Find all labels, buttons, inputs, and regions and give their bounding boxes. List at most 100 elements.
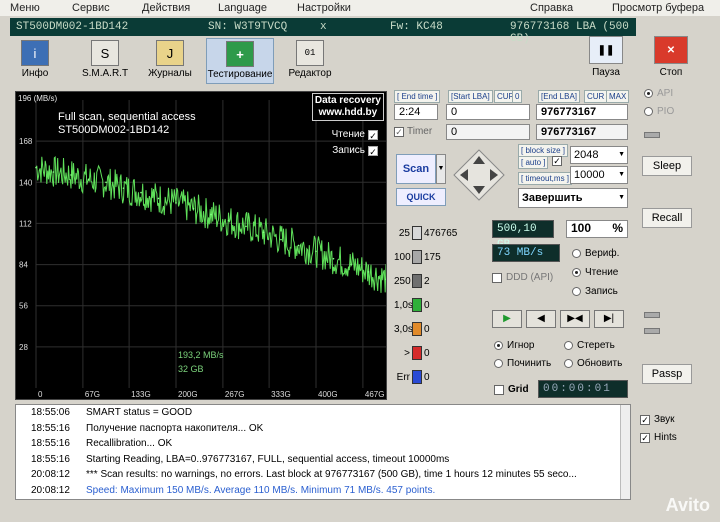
grid-checkbox[interactable] bbox=[494, 384, 504, 395]
legend-write-label: Запись bbox=[332, 145, 365, 156]
histogram-threshold: 25 bbox=[398, 227, 410, 239]
recall-button[interactable]: Recall bbox=[642, 208, 692, 228]
testing-button[interactable]: + Тестирование bbox=[206, 38, 274, 84]
api-radio-dot[interactable] bbox=[644, 89, 653, 98]
legend-read-checkbox[interactable]: ✓ bbox=[368, 129, 378, 141]
read-radio-dot[interactable] bbox=[572, 268, 581, 277]
api-radio[interactable]: API bbox=[644, 88, 673, 99]
data-point bbox=[367, 271, 370, 273]
passport-button[interactable]: Passp bbox=[642, 364, 692, 384]
erase-radio-dot[interactable] bbox=[564, 341, 573, 350]
end-lba-max[interactable]: MAX bbox=[606, 90, 630, 103]
end-lba-field-2[interactable]: 976773167 bbox=[536, 124, 628, 140]
data-point bbox=[210, 213, 212, 216]
end-time-field[interactable]: 2:24 bbox=[394, 104, 438, 120]
smart-label: S.M.A.R.T bbox=[81, 68, 129, 79]
log-message: Speed: Maximum 150 MB/s. Average 110 MB/… bbox=[86, 484, 436, 496]
refresh-radio[interactable]: Обновить bbox=[564, 358, 622, 369]
start-lba-zero[interactable]: 0 bbox=[512, 90, 523, 103]
current-position: 32 GB bbox=[178, 364, 204, 374]
timer-toggle[interactable]: ✓ Timer bbox=[394, 126, 432, 137]
logs-button[interactable]: J Журналы bbox=[146, 38, 194, 84]
hints-checkbox[interactable]: ✓ bbox=[640, 432, 650, 443]
histogram-color-box bbox=[412, 322, 422, 336]
menu-buffer-view[interactable]: Просмотр буфера bbox=[612, 2, 704, 14]
ignore-label: Игнор bbox=[507, 340, 535, 351]
repair-radio-dot[interactable] bbox=[494, 359, 503, 368]
current-speed-display: 73 MB/s bbox=[492, 244, 560, 262]
legend-read[interactable]: Чтение ✓ bbox=[332, 129, 378, 141]
x-tick-label: 200G bbox=[178, 390, 198, 399]
read-radio[interactable]: Чтение bbox=[572, 267, 618, 278]
pio-radio-dot[interactable] bbox=[644, 107, 653, 116]
direction-pad[interactable] bbox=[452, 148, 506, 202]
block-size-select[interactable]: 2048 ▼ bbox=[570, 146, 628, 164]
verify-radio-dot[interactable] bbox=[572, 249, 581, 258]
ddd-api-checkbox[interactable] bbox=[492, 272, 502, 283]
end-button[interactable]: ▶| bbox=[594, 310, 624, 328]
current-speed: 193,2 MB/s bbox=[178, 350, 224, 360]
log-entry: 20:08:12 Speed: Maximum 150 MB/s. Average… bbox=[16, 485, 616, 500]
sound-checkbox[interactable]: ✓ bbox=[640, 414, 650, 425]
timer-field[interactable]: 0 bbox=[446, 124, 530, 140]
legend-write-checkbox[interactable]: ✓ bbox=[368, 145, 378, 157]
ad-line1: Data recovery bbox=[314, 95, 381, 106]
end-lba-field[interactable]: 976773167 bbox=[536, 104, 628, 120]
play-button[interactable]: ▶ bbox=[492, 310, 522, 328]
refresh-radio-dot[interactable] bbox=[564, 359, 573, 368]
stop-button[interactable]: ✕ Стоп bbox=[650, 36, 692, 78]
data-recovery-ad: Data recovery www.hdd.by bbox=[311, 93, 384, 121]
sleep-button[interactable]: Sleep bbox=[642, 156, 692, 176]
auto-checkbox[interactable]: ✓ bbox=[552, 156, 562, 166]
menu-language[interactable]: Language bbox=[218, 2, 267, 14]
pause-button[interactable]: ❚❚ Пауза bbox=[586, 36, 626, 78]
editor-button[interactable]: 01 Редактор bbox=[286, 38, 334, 84]
start-lba-field[interactable]: 0 bbox=[446, 104, 530, 120]
menu-service[interactable]: Сервис bbox=[72, 2, 110, 14]
timeout-select[interactable]: 10000 ▼ bbox=[570, 166, 628, 184]
pio-radio[interactable]: PIO bbox=[644, 106, 674, 117]
menu-main[interactable]: Меню bbox=[10, 2, 40, 14]
scan-dropdown-arrow[interactable]: ▼ bbox=[436, 154, 446, 184]
chevron-down-icon: ▼ bbox=[618, 171, 625, 178]
legend-write[interactable]: Запись ✓ bbox=[332, 145, 378, 157]
info-button[interactable]: i Инфо bbox=[14, 38, 56, 84]
histogram-row: 100 175 bbox=[394, 248, 441, 266]
rewind-button[interactable]: ◀ bbox=[526, 310, 556, 328]
scan-button[interactable]: Scan bbox=[396, 154, 436, 184]
end-lba-cur[interactable]: CUR bbox=[584, 90, 608, 103]
right-column: API PIO Sleep Recall Passp bbox=[640, 84, 696, 404]
action-select[interactable]: Завершить ▼ bbox=[518, 188, 628, 208]
quick-button[interactable]: QUICK bbox=[396, 188, 446, 206]
log-entry: 20:08:12 *** Scan results: no warnings, n… bbox=[16, 469, 616, 484]
hints-label: Hints bbox=[654, 432, 677, 443]
ad-line2: www.hdd.by bbox=[318, 107, 378, 118]
hints-option[interactable]: ✓ Hints bbox=[640, 432, 677, 443]
smart-button[interactable]: S S.M.A.R.T bbox=[76, 38, 134, 84]
status-led-2 bbox=[644, 312, 660, 318]
read-label: Чтение bbox=[585, 267, 619, 278]
ignore-radio-dot[interactable] bbox=[494, 341, 503, 350]
ignore-radio[interactable]: Игнор bbox=[494, 340, 534, 351]
status-led-3 bbox=[644, 328, 660, 334]
repair-radio[interactable]: Починить bbox=[494, 358, 551, 369]
log-scrollbar[interactable] bbox=[620, 405, 630, 499]
erase-radio[interactable]: Стереть bbox=[564, 340, 615, 351]
menu-help[interactable]: Справка bbox=[530, 2, 573, 14]
start-lba-label: [Start LBA] bbox=[448, 90, 493, 103]
log-time: 18:55:16 bbox=[31, 422, 70, 434]
timer-checkbox[interactable]: ✓ bbox=[394, 126, 404, 137]
block-size-value: 2048 bbox=[574, 149, 599, 161]
ddd-api-option[interactable]: DDD (API) bbox=[492, 272, 553, 283]
skip-button[interactable]: ▶◀ bbox=[560, 310, 590, 328]
grid-toggle[interactable]: Grid bbox=[494, 384, 529, 395]
editor-label: Редактор bbox=[288, 68, 332, 79]
write-radio[interactable]: Запись bbox=[572, 286, 618, 297]
verify-radio[interactable]: Вериф. bbox=[572, 248, 619, 259]
menu-settings[interactable]: Настройки bbox=[297, 2, 351, 14]
refresh-label: Обновить bbox=[577, 358, 623, 369]
write-radio-dot[interactable] bbox=[572, 287, 581, 296]
menu-actions[interactable]: Действия bbox=[142, 2, 190, 14]
sound-option[interactable]: ✓ Звук bbox=[640, 414, 675, 425]
read-speed-series bbox=[35, 156, 386, 293]
